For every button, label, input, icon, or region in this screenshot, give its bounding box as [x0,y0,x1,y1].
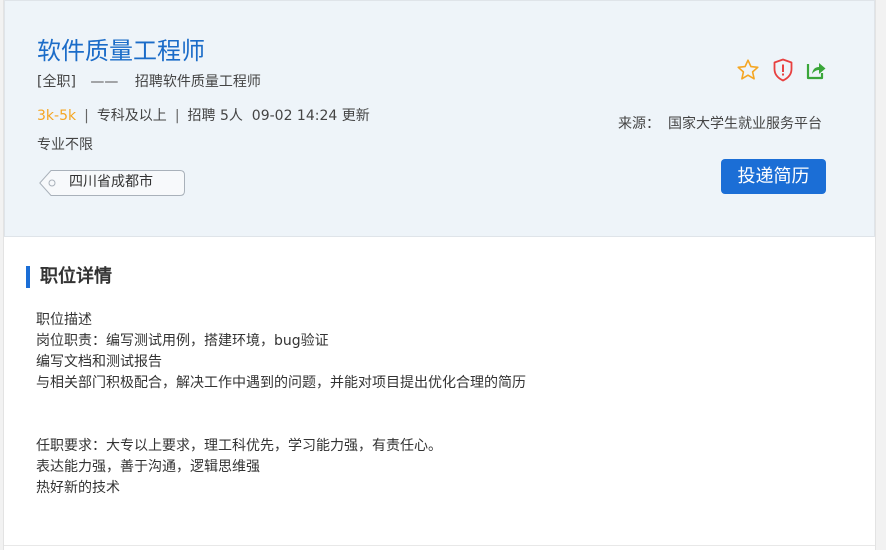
description-line: 任职要求：大专以上要求，理工科优先，学习能力强，有责任心。 [36,438,442,454]
report-shield-icon[interactable] [770,57,796,83]
job-subtitle-line: [全职] —— 招聘软件质量工程师 [37,73,261,91]
favorite-star-icon[interactable] [735,57,761,83]
source-name: 国家大学生就业服务平台 [668,116,822,132]
description-line: 岗位职责：编写测试用例，搭建环境，bug验证 [36,333,329,349]
education: 专科及以上 [96,108,167,124]
description-line: 表达能力强，善于沟通，逻辑思维强 [36,459,260,475]
description-line: 职位描述 [36,312,92,328]
job-title: 软件质量工程师 [37,37,205,65]
apply-resume-button[interactable]: 投递简历 [721,159,826,194]
update-time: 09-02 14:24 更新 [251,108,370,124]
dash-separator: —— [90,74,119,90]
description-line: 热好新的技术 [36,480,120,496]
job-subtitle: 招聘软件质量工程师 [134,74,261,90]
description-line: 编写文档和测试报告 [36,354,162,370]
headcount: 招聘 5人 [187,108,243,124]
job-meta-line: 3k-5k | 专科及以上 | 招聘 5人 09-02 14:24 更新 [37,107,370,125]
meta-separator: | [84,108,89,124]
job-header: 软件质量工程师 [全职] —— 招聘软件质量工程师 3k-5k | 专科及以上 | 招聘… [4,0,875,237]
action-icons [733,57,833,83]
source-label: 来源： [618,116,660,132]
location-tag: 四川省成都市 [39,170,185,196]
share-icon[interactable] [803,57,829,83]
job-detail-page: 软件质量工程师 [全职] —— 招聘软件质量工程师 3k-5k | 专科及以上 | 招聘… [3,0,876,550]
major-requirement: 专业不限 [37,137,93,153]
salary: 3k-5k [37,108,77,124]
description-line: 与相关部门积极配合，解决工作中遇到的问题，并能对项目提出优化合理的简历 [36,375,526,391]
section-title-job-details: 职位详情 [26,266,112,288]
job-type: [全职] [37,74,76,90]
divider [4,545,875,546]
job-source: 来源： 国家大学生就业服务平台 [618,115,822,133]
meta-separator: | [174,108,180,124]
location-text: 四川省成都市 [69,174,153,190]
job-description: 职位描述 岗位职责：编写测试用例，搭建环境，bug验证 编写文档和测试报告 与相… [36,310,526,499]
